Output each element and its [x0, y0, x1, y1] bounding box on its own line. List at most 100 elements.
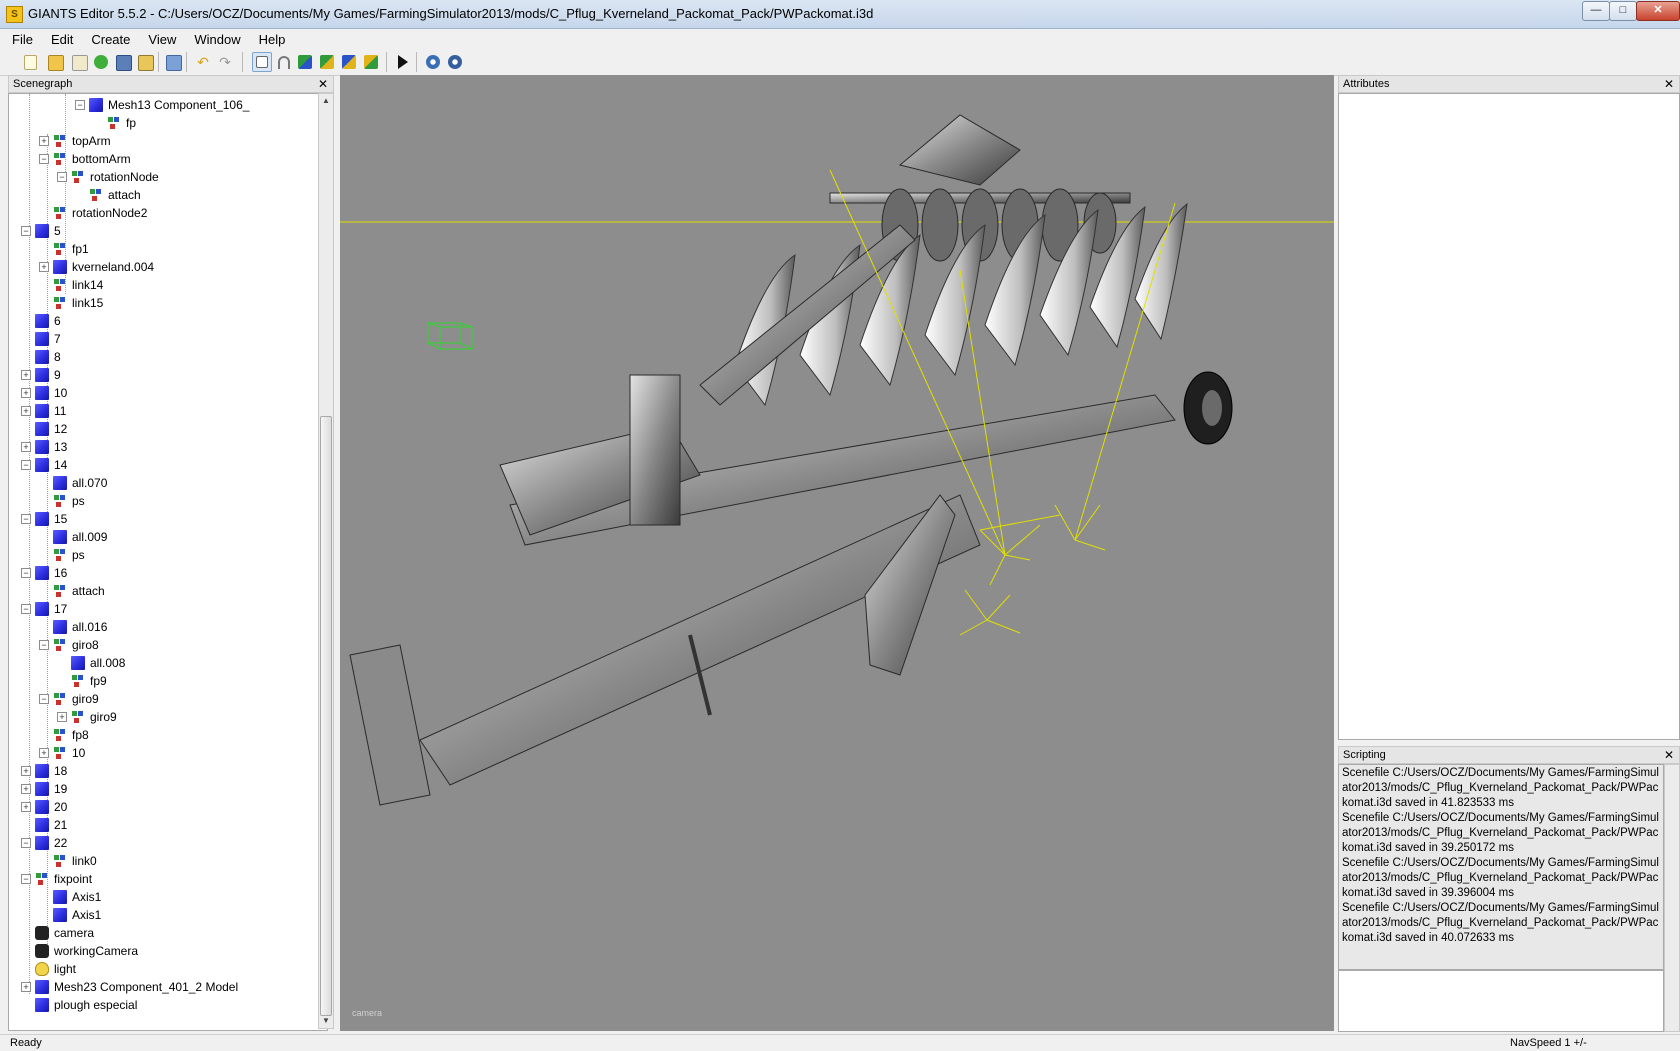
tree-node[interactable]: − 16	[9, 564, 325, 582]
tree-node[interactable]: all.009	[9, 528, 325, 546]
tree-node[interactable]: 6	[9, 312, 325, 330]
tree-node[interactable]: plough especial	[9, 996, 325, 1014]
maximize-button[interactable]: □	[1609, 1, 1637, 21]
tree-node[interactable]: +10	[9, 744, 325, 762]
script-command-input[interactable]	[1338, 970, 1664, 1032]
menu-edit[interactable]: Edit	[45, 29, 79, 47]
expand-icon[interactable]: +	[21, 802, 31, 812]
tree-node[interactable]: − Mesh13 Component_106_	[9, 96, 325, 114]
menu-help[interactable]: Help	[253, 29, 292, 47]
tree-node[interactable]: fp	[9, 114, 325, 132]
tree-node[interactable]: ps	[9, 492, 325, 510]
tree-node[interactable]: +10	[9, 384, 325, 402]
edit-button[interactable]	[70, 53, 88, 71]
tree-node[interactable]: workingCamera	[9, 942, 325, 960]
tree-node[interactable]: − giro8	[9, 636, 325, 654]
tree-node[interactable]: Axis1	[9, 888, 325, 906]
tree-node[interactable]: +13	[9, 438, 325, 456]
attributes-panel[interactable]	[1338, 93, 1680, 740]
collapse-icon[interactable]: −	[39, 154, 49, 164]
tree-node[interactable]: +11	[9, 402, 325, 420]
tree-node[interactable]: link14	[9, 276, 325, 294]
close-window-button[interactable]: ✕	[1636, 1, 1680, 21]
collapse-icon[interactable]: −	[21, 874, 31, 884]
tree-node[interactable]: fp1	[9, 240, 325, 258]
import-button[interactable]	[164, 53, 182, 71]
tree-node[interactable]: −5	[9, 222, 325, 240]
menu-create[interactable]: Create	[85, 29, 136, 47]
collapse-icon[interactable]: −	[75, 100, 85, 110]
tree-node[interactable]: + giro9	[9, 708, 325, 726]
terrain-tool-button[interactable]	[362, 53, 380, 71]
collapse-icon[interactable]: −	[21, 514, 31, 524]
expand-icon[interactable]: +	[21, 388, 31, 398]
tree-node[interactable]: link0	[9, 852, 325, 870]
play-button[interactable]	[394, 53, 412, 71]
expand-icon[interactable]: +	[21, 406, 31, 416]
tree-node[interactable]: + topArm	[9, 132, 325, 150]
save-button[interactable]	[114, 53, 132, 71]
scripting-close-icon[interactable]: ✕	[1664, 747, 1674, 764]
undo-button[interactable]: ↶	[194, 53, 212, 71]
collapse-icon[interactable]: −	[21, 460, 31, 470]
tree-node[interactable]: + kverneland.004	[9, 258, 325, 276]
collapse-icon[interactable]: −	[39, 640, 49, 650]
tree-node[interactable]: all.070	[9, 474, 325, 492]
tree-node[interactable]: − 15	[9, 510, 325, 528]
collapse-icon[interactable]: −	[21, 604, 31, 614]
scale-tool-button[interactable]	[340, 53, 358, 71]
expand-icon[interactable]: +	[57, 712, 67, 722]
expand-icon[interactable]: +	[21, 442, 31, 452]
tree-node[interactable]: camera	[9, 924, 325, 942]
scripting-scrollbar[interactable]	[1664, 764, 1680, 1032]
tree-node[interactable]: rotationNode2	[9, 204, 325, 222]
collapse-icon[interactable]: −	[21, 226, 31, 236]
move-tool-button[interactable]	[296, 53, 314, 71]
tree-node[interactable]: +20	[9, 798, 325, 816]
tree-node[interactable]: − 14	[9, 456, 325, 474]
tree-node[interactable]: +18	[9, 762, 325, 780]
tree-node[interactable]: 12	[9, 420, 325, 438]
collapse-icon[interactable]: −	[21, 568, 31, 578]
scenegraph-close-icon[interactable]: ✕	[318, 76, 328, 93]
refresh-button[interactable]	[92, 53, 110, 71]
tree-node[interactable]: all.016	[9, 618, 325, 636]
tree-node[interactable]: − 17	[9, 600, 325, 618]
tree-node[interactable]: attach	[9, 582, 325, 600]
minimize-button[interactable]: —	[1582, 1, 1610, 21]
settings-button[interactable]	[424, 53, 442, 71]
tree-node[interactable]: all.008	[9, 654, 325, 672]
tree-node[interactable]: − bottomArm	[9, 150, 325, 168]
tree-node[interactable]: fp8	[9, 726, 325, 744]
expand-icon[interactable]: +	[39, 136, 49, 146]
collapse-icon[interactable]: −	[57, 172, 67, 182]
tree-node[interactable]: 7	[9, 330, 325, 348]
tree-node[interactable]: +9	[9, 366, 325, 384]
expand-icon[interactable]: +	[21, 982, 31, 992]
scripting-log[interactable]: Scenefile C:/Users/OCZ/Documents/My Game…	[1338, 764, 1664, 970]
menu-window[interactable]: Window	[188, 29, 246, 47]
3d-viewport[interactable]: camera	[340, 75, 1334, 1031]
scenegraph-tree[interactable]: − Mesh13 Component_106_ fp + topArm − bottomAr…	[8, 93, 328, 1031]
magnet-button[interactable]	[274, 53, 292, 71]
network-button[interactable]	[446, 53, 464, 71]
scroll-thumb[interactable]	[320, 416, 332, 1016]
menu-file[interactable]: File	[6, 29, 39, 47]
tree-node[interactable]: light	[9, 960, 325, 978]
scenegraph-scrollbar[interactable]: ▲ ▼	[318, 93, 334, 1029]
expand-icon[interactable]: +	[39, 748, 49, 758]
expand-icon[interactable]: +	[21, 784, 31, 794]
tree-node[interactable]: − rotationNode	[9, 168, 325, 186]
new-file-button[interactable]	[22, 53, 40, 71]
tree-node[interactable]: − giro9	[9, 690, 325, 708]
expand-icon[interactable]: +	[21, 766, 31, 776]
collapse-icon[interactable]: −	[21, 838, 31, 848]
tree-node[interactable]: +19	[9, 780, 325, 798]
select-tool-button[interactable]	[252, 52, 272, 72]
tree-node[interactable]: + Mesh23 Component_401_2 Model	[9, 978, 325, 996]
expand-icon[interactable]: +	[21, 370, 31, 380]
tree-node[interactable]: − 22	[9, 834, 325, 852]
tree-node[interactable]: 21	[9, 816, 325, 834]
rotate-tool-button[interactable]	[318, 53, 336, 71]
tree-node[interactable]: fp9	[9, 672, 325, 690]
